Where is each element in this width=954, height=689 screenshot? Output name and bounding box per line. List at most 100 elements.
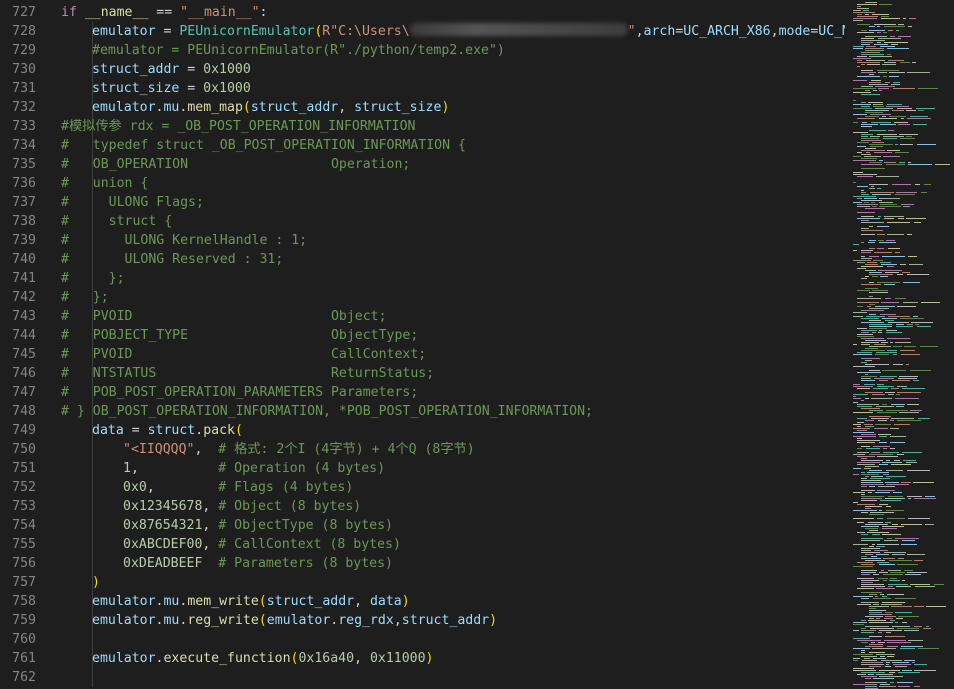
minimap-stroke [857, 588, 874, 589]
minimap-stroke [857, 6, 861, 7]
minimap-stroke [882, 462, 902, 463]
code-line[interactable]: 762 [0, 668, 845, 687]
minimap-stroke [869, 144, 893, 145]
code-line[interactable]: 733 #模拟传参 rdx = _OB_POST_OPERATION_INFORM… [0, 117, 845, 136]
code-line[interactable]: 754 0x87654321, # ObjectType (8 bytes) [0, 516, 845, 535]
code-token: 1 [123, 461, 131, 476]
code-line[interactable]: 735 # OB_OPERATION Operation; [0, 155, 845, 174]
code-line[interactable]: 748 # } OB_POST_OPERATION_INFORMATION, *P… [0, 402, 845, 421]
code-token: ) [425, 651, 434, 666]
code-line[interactable]: 741 # }; [0, 269, 845, 288]
minimap-stroke [892, 110, 904, 111]
minimap-stroke [871, 642, 875, 643]
code-token: 0x16a40 [298, 651, 355, 666]
code-line[interactable]: 742 # }; [0, 288, 845, 307]
code-line[interactable]: 749 data = struct.pack( [0, 421, 845, 440]
minimap-stroke [853, 654, 873, 655]
minimap-stroke [881, 264, 897, 265]
minimap-stroke [883, 452, 899, 453]
minimap-stroke [881, 342, 888, 343]
minimap-stroke [879, 676, 903, 677]
minimap-stroke [861, 400, 864, 401]
minimap-stroke [869, 248, 875, 249]
line-code: emulator.mu.mem_write(struct_addr, data) [61, 592, 410, 611]
minimap-stroke [869, 130, 886, 131]
line-number: 732 [12, 100, 36, 115]
minimap-stroke [861, 158, 877, 159]
minimap-stroke [908, 640, 923, 641]
code-line[interactable]: 744 # POBJECT_TYPE ObjectType; [0, 326, 845, 345]
minimap-stroke [872, 394, 885, 395]
code-line[interactable]: 747 # POB_POST_OPERATION_PARAMETERS Param… [0, 383, 845, 402]
minimap-stroke [885, 482, 899, 483]
code-line[interactable]: 756 0xDEADBEEF # Parameters (8 bytes) [0, 554, 845, 573]
code-line[interactable]: 734 # typedef struct _OB_POST_OPERATION_I… [0, 136, 845, 155]
minimap-stroke [869, 454, 893, 455]
code-line[interactable]: 755 0xABCDEF00, # CallContext (8 bytes) [0, 535, 845, 554]
code-line[interactable]: 757) [0, 573, 845, 592]
minimap-stroke [893, 354, 897, 355]
minimap-stroke [877, 384, 884, 385]
minimap[interactable] [845, 0, 954, 689]
code-line[interactable]: 738 # struct { [0, 212, 845, 231]
minimap-stroke [861, 278, 867, 279]
code-line[interactable]: 752 0x0, # Flags (4 bytes) [0, 478, 845, 497]
minimap-stroke [861, 380, 875, 381]
minimap-stroke [865, 528, 878, 529]
code-line[interactable]: 730 struct_addr = 0x1000 [0, 60, 845, 79]
code-line[interactable]: 743 # PVOID Object; [0, 307, 845, 326]
minimap-stroke [865, 426, 874, 427]
code-line[interactable]: 740 # ULONG Reserved : 31; [0, 250, 845, 269]
minimap-stroke [869, 328, 887, 329]
minimap-stroke [853, 18, 877, 19]
minimap-stroke [878, 632, 882, 633]
code-line[interactable]: 729 #emulator = PEUnicornEmulator(R"./pyt… [0, 41, 845, 60]
minimap-stroke [861, 168, 885, 169]
minimap-stroke [861, 662, 883, 663]
code-line[interactable]: 759 emulator.mu.reg_write(emulator.reg_rd… [0, 611, 845, 630]
minimap-stroke [918, 88, 938, 89]
minimap-stroke [889, 560, 912, 561]
minimap-stroke [910, 410, 922, 411]
code-line[interactable]: 736 # union { [0, 174, 845, 193]
minimap-stroke [886, 632, 891, 633]
code-line[interactable]: 753 0x12345678, # Object (8 bytes) [0, 497, 845, 516]
code-line[interactable]: 745 # PVOID CallContext; [0, 345, 845, 364]
minimap-stroke [869, 30, 885, 31]
minimap-stroke [883, 32, 887, 33]
code-line[interactable]: 737 # ULONG Flags; [0, 193, 845, 212]
code-line[interactable]: 760 [0, 630, 845, 649]
minimap-stroke [853, 544, 868, 545]
code-line[interactable]: 758 emulator.mu.mem_write(struct_addr, da… [0, 592, 845, 611]
code-token: = [179, 81, 204, 96]
code-line[interactable]: 761 emulator.execute_function(0x16a40, 0x… [0, 649, 845, 668]
minimap-stroke [907, 274, 929, 275]
code-editor[interactable]: 727 if __name__ == "__main__": 728 emulator… [0, 0, 845, 689]
minimap-stroke [884, 218, 894, 219]
minimap-stroke [869, 346, 891, 347]
minimap-stroke [873, 658, 886, 659]
minimap-stroke [895, 398, 919, 399]
minimap-stroke [861, 652, 865, 653]
minimap-stroke [887, 656, 894, 657]
minimap-stroke [861, 256, 865, 257]
code-line[interactable]: 746 # NTSTATUS ReturnStatus; [0, 364, 845, 383]
code-line[interactable]: 727 if __name__ == "__main__": [0, 3, 845, 22]
minimap-stroke [861, 332, 869, 333]
code-line[interactable]: 728 emulator = PEUnicornEmulator(R"C:\Use… [0, 22, 845, 41]
minimap-stroke [865, 276, 869, 277]
minimap-stroke [892, 662, 909, 663]
minimap-stroke [896, 324, 904, 325]
minimap-stroke [857, 176, 873, 177]
code-line[interactable]: 732 emulator.mu.mem_map(struct_addr, stru… [0, 98, 845, 117]
minimap-stroke [877, 26, 880, 27]
minimap-stroke [876, 674, 893, 675]
code-line[interactable]: 751 1, # Operation (4 bytes) [0, 459, 845, 478]
minimap-stroke [865, 288, 878, 289]
minimap-stroke [913, 482, 934, 483]
minimap-stroke [853, 638, 870, 639]
line-number: 749 [12, 423, 36, 438]
code-line[interactable]: 750 "<IIQQQQ", # 格式: 2个I (4字节) + 4个Q (8字节… [0, 440, 845, 459]
code-line[interactable]: 739 # ULONG KernelHandle : 1; [0, 231, 845, 250]
code-line[interactable]: 731 struct_size = 0x1000 [0, 79, 845, 98]
